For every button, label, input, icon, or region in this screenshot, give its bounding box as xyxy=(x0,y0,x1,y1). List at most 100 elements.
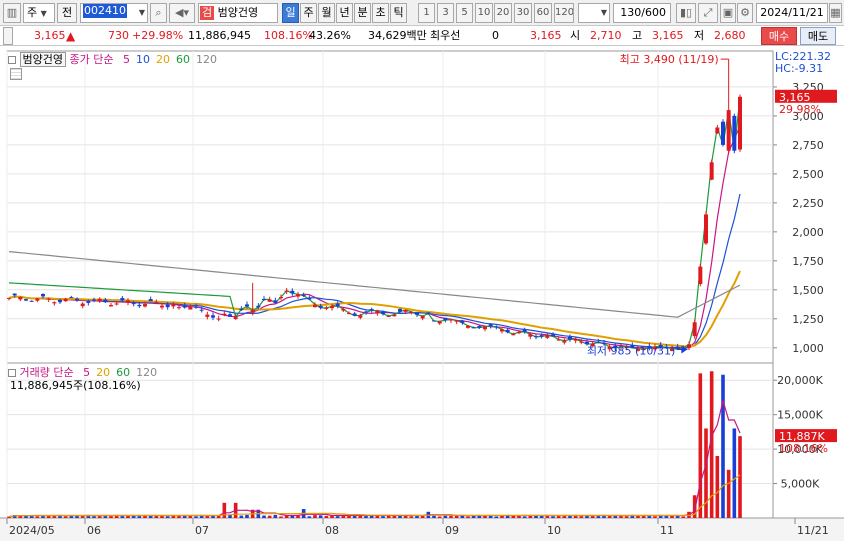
stock-chart[interactable]: 3,2503,0002,7502,5002,2502,0001,7501,500… xyxy=(0,46,844,541)
candle-body xyxy=(148,299,153,302)
volume-bar xyxy=(636,515,640,518)
candle-body xyxy=(273,300,278,303)
panel-menu-icon[interactable] xyxy=(8,56,16,64)
candle-body xyxy=(471,327,476,329)
current-price-pct: 29.98% xyxy=(779,103,821,116)
interval-tab-1[interactable]: 1 xyxy=(418,3,435,23)
candle-body xyxy=(97,298,102,301)
period-tab-1[interactable]: 일 xyxy=(282,3,299,23)
period-tab-2[interactable]: 주 xyxy=(300,3,317,23)
date-input[interactable]: 2024/11/21 xyxy=(756,3,828,23)
candle-body xyxy=(358,315,363,318)
candle-body xyxy=(420,315,425,319)
candle-body xyxy=(131,303,136,305)
volume-bar xyxy=(409,516,414,518)
candle-body xyxy=(369,309,374,311)
quote-price: 3,165 xyxy=(34,29,66,42)
candle-body xyxy=(171,304,176,307)
ma-legend-10: 10 xyxy=(135,53,150,66)
volume-bar xyxy=(307,516,312,518)
stock-name: 범양건영 xyxy=(217,6,259,19)
candle-body xyxy=(364,311,368,313)
grid-toggle-icon[interactable] xyxy=(10,68,22,80)
candle-body xyxy=(245,304,249,307)
buy-button[interactable]: 매수 xyxy=(761,27,797,45)
chart-type-icon[interactable]: ▥ xyxy=(3,3,21,23)
candle-body xyxy=(58,299,62,303)
period-tab-7[interactable]: 틱 xyxy=(390,3,407,23)
interval-tab-10[interactable]: 10 xyxy=(475,3,493,23)
period-select[interactable]: 주 ▼ xyxy=(23,3,55,23)
quote-volume-ratio: 108.16% xyxy=(264,29,313,42)
interval-tab-20[interactable]: 20 xyxy=(494,3,512,23)
calendar-icon[interactable]: ▦ xyxy=(829,3,842,23)
volume-bar xyxy=(352,516,357,518)
collapse-handle[interactable] xyxy=(3,27,13,45)
interval-tab-60[interactable]: 60 xyxy=(534,3,552,23)
candle-body xyxy=(182,305,187,308)
period-tab-3[interactable]: 월 xyxy=(318,3,335,23)
stock-code-input[interactable]: 002410 ▼ xyxy=(80,3,148,23)
volume-bar xyxy=(92,516,96,518)
scale-info: LC:221.32 HC:-9.31 xyxy=(775,51,831,75)
stock-name-field[interactable]: 검 범양건영 xyxy=(198,3,278,23)
save-icon[interactable]: ▣ xyxy=(720,3,736,23)
volume-bar xyxy=(732,428,737,518)
candle-body xyxy=(324,307,329,309)
period-tab-4[interactable]: 년 xyxy=(336,3,353,23)
interval-tab-120[interactable]: 120 xyxy=(554,3,574,23)
candle-body xyxy=(432,320,436,322)
candle-style-icon[interactable]: ▮▯ xyxy=(676,3,696,23)
search-icon[interactable]: ⌕ xyxy=(150,3,167,23)
sell-button[interactable]: 매도 xyxy=(800,27,836,45)
candle-body xyxy=(443,317,448,321)
prev-button[interactable]: 전 xyxy=(57,3,77,23)
candle-body xyxy=(517,332,521,334)
quote-bar: 3,165 ▲ 730 +29.98% 11,886,945 108.16% 4… xyxy=(0,26,844,46)
candle-body xyxy=(596,341,601,343)
volume-bar xyxy=(568,515,572,518)
settings-gear-icon[interactable]: ⚙ xyxy=(737,3,753,23)
period-tab-5[interactable]: 분 xyxy=(354,3,371,23)
candle-body xyxy=(386,315,391,317)
quote-change: 730 xyxy=(108,29,129,42)
period-tab-6[interactable]: 초 xyxy=(372,3,389,23)
volume-bar xyxy=(318,515,323,518)
candle-body xyxy=(715,127,720,134)
price-tick-label: 1,250 xyxy=(792,313,824,326)
trend-tool-icon[interactable]: ⤢ xyxy=(698,3,718,23)
candle-body xyxy=(545,335,550,338)
candle-body xyxy=(483,326,487,330)
bar-count-input[interactable]: 130/600 xyxy=(613,3,671,23)
price-tick-label: 1,750 xyxy=(792,255,824,268)
candle-body xyxy=(347,313,351,315)
volume-bar xyxy=(522,516,527,518)
volume-bar xyxy=(177,515,181,518)
panel-menu-icon[interactable] xyxy=(8,369,16,377)
interval-tab-30[interactable]: 30 xyxy=(514,3,532,23)
volume-bar xyxy=(364,516,368,518)
price-tick-label: 2,500 xyxy=(792,168,824,181)
chevron-down-icon: ▼ xyxy=(600,8,607,17)
candle-body xyxy=(392,314,397,317)
interval-tab-3[interactable]: 3 xyxy=(437,3,454,23)
volume-bar xyxy=(262,515,266,518)
speaker-icon[interactable]: ◀▾ xyxy=(169,3,195,23)
candle-body xyxy=(114,303,119,305)
candle-body xyxy=(126,300,130,303)
stock-badge: 검 xyxy=(200,6,215,20)
hc-value: HC:-9.31 xyxy=(775,62,824,75)
price-tick-label: 2,250 xyxy=(792,197,824,210)
interval-tab-5[interactable]: 5 xyxy=(456,3,473,23)
candle-body xyxy=(330,306,334,309)
volume-tick-label: 5,000K xyxy=(781,478,820,491)
volume-bar xyxy=(664,515,669,518)
volume-bar xyxy=(222,502,227,518)
candle-body xyxy=(494,326,499,328)
candle-body xyxy=(284,290,289,292)
volume-bar xyxy=(449,515,453,518)
candle-body xyxy=(143,304,147,307)
candle-body xyxy=(556,339,561,341)
interval-custom-input[interactable]: ▼ xyxy=(578,3,610,23)
volume-bar xyxy=(228,514,232,518)
